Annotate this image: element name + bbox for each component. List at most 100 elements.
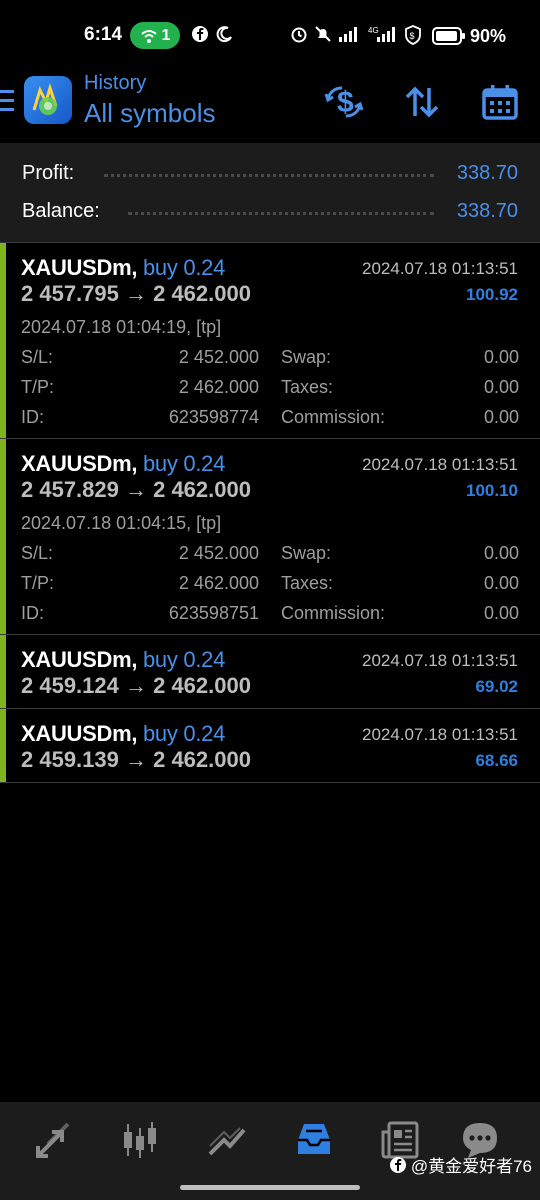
- history-icon: [298, 1124, 330, 1154]
- deal-side: buy 0.24: [143, 721, 226, 746]
- hotspot-count: 1: [161, 26, 171, 44]
- deposit-withdraw-button[interactable]: $: [322, 80, 366, 124]
- deal-close-time: 2024.07.18 01:13:51: [362, 259, 518, 278]
- id-label: ID:: [21, 603, 45, 623]
- deal-detail-row: ID: 623598751 Commission: 0.00: [21, 603, 519, 631]
- swap-label: Swap:: [281, 543, 332, 563]
- sl-label: S/L:: [21, 347, 54, 367]
- tp-value: 2 462.000: [178, 377, 259, 397]
- profit-value: 338.70: [456, 162, 518, 184]
- id-value: 623598774: [168, 407, 259, 427]
- deal-symbol: XAUUSDm, buy 0.24: [21, 647, 226, 672]
- deal-item[interactable]: XAUUSDm, buy 0.24 2024.07.18 01:13:51 2 …: [0, 439, 540, 635]
- sort-icon: [405, 86, 439, 118]
- deal-prices: 2 459.139 → 2 462.000: [21, 747, 251, 772]
- deal-detail-row: S/L: 2 452.000 Swap: 0.00: [21, 543, 519, 571]
- nav-trade[interactable]: [26, 1118, 82, 1162]
- deal-item[interactable]: XAUUSDm, buy 0.24 2024.07.18 01:13:51 2 …: [0, 635, 540, 709]
- commission-value: 0.00: [483, 603, 519, 623]
- watermark: @黄金爱好者76: [389, 1152, 532, 1177]
- commission-label: Commission:: [281, 603, 386, 623]
- nav-quotes[interactable]: [198, 1118, 254, 1162]
- commission-value: 0.00: [483, 407, 519, 427]
- buy-indicator-bar: [0, 439, 6, 634]
- taxes-label: Taxes:: [281, 573, 334, 593]
- clock: 6:14: [84, 24, 123, 45]
- app-logo[interactable]: [24, 76, 72, 124]
- deal-close-time: 2024.07.18 01:13:51: [362, 725, 518, 744]
- deal-open-time: 2024.07.18 01:04:15, [tp]: [21, 513, 222, 533]
- menu-icon[interactable]: [0, 88, 16, 114]
- deal-profit: 100.10: [466, 481, 518, 500]
- deal-prices: 2 459.124 → 2 462.000: [21, 673, 251, 698]
- deal-detail-row: T/P: 2 462.000 Taxes: 0.00: [21, 377, 519, 405]
- deal-profit: 69.02: [475, 677, 518, 696]
- metatrader-logo-icon: [32, 82, 58, 115]
- tp-value: 2 462.000: [178, 573, 259, 593]
- deal-profit: 68.66: [475, 751, 518, 770]
- calendar-icon: [482, 85, 518, 120]
- svg-text:$: $: [410, 31, 415, 41]
- deal-close-time: 2024.07.18 01:13:51: [362, 455, 518, 474]
- page-subtitle: History: [84, 72, 147, 94]
- profit-label: Profit:: [22, 162, 75, 184]
- mute-bell-icon: [315, 26, 331, 42]
- moon-icon: [216, 26, 232, 43]
- deal-close-time: 2024.07.18 01:13:51: [362, 651, 518, 670]
- status-bar: 6:14 1 4G $ 90%: [0, 0, 540, 72]
- buy-indicator-bar: [0, 635, 6, 708]
- sort-button[interactable]: [400, 80, 444, 124]
- dotted-leader: [128, 212, 434, 215]
- trade-icon: [36, 1122, 70, 1158]
- battery-icon: [432, 27, 465, 45]
- balance-label: Balance:: [22, 200, 100, 222]
- swap-value: 0.00: [483, 347, 519, 367]
- nav-chart[interactable]: [112, 1118, 168, 1162]
- hotspot-icon: [140, 29, 157, 43]
- deal-symbol: XAUUSDm, buy 0.24: [21, 721, 226, 746]
- tp-label: T/P:: [21, 377, 55, 397]
- nav-history[interactable]: [286, 1118, 342, 1162]
- sl-value: 2 452.000: [178, 347, 259, 367]
- watermark-text: @黄金爱好者76: [410, 1157, 532, 1176]
- swap-label: Swap:: [281, 347, 332, 367]
- sl-label: S/L:: [21, 543, 54, 563]
- commission-label: Commission:: [281, 407, 386, 427]
- deal-detail-row: S/L: 2 452.000 Swap: 0.00: [21, 347, 519, 375]
- home-indicator[interactable]: [180, 1185, 360, 1190]
- quotes-icon: [208, 1127, 246, 1156]
- balance-row: Balance: 338.70: [0, 194, 540, 230]
- deal-side: buy 0.24: [143, 255, 226, 280]
- signal-4g-icon: 4G: [368, 26, 395, 42]
- swap-value: 0.00: [483, 543, 519, 563]
- deposit-withdraw-icon: $: [324, 86, 364, 119]
- deal-detail-row: ID: 623598774 Commission: 0.00: [21, 407, 519, 435]
- svg-text:4G: 4G: [368, 26, 379, 35]
- profit-row: Profit: 338.70: [0, 156, 540, 192]
- page-title[interactable]: All symbols: [84, 98, 215, 129]
- battery-percent: 90%: [470, 26, 507, 46]
- balance-value: 338.70: [456, 200, 518, 222]
- deal-item[interactable]: XAUUSDm, buy 0.24 2024.07.18 01:13:51 2 …: [0, 243, 540, 439]
- deal-profit: 100.92: [466, 285, 518, 304]
- dotted-leader: [104, 174, 434, 177]
- deal-prices: 2 457.829 → 2 462.000: [21, 477, 251, 502]
- sl-value: 2 452.000: [178, 543, 259, 563]
- shield-icon: $: [405, 25, 421, 45]
- watermark-logo-icon: [389, 1156, 406, 1173]
- deal-open-time: 2024.07.18 01:04:19, [tp]: [21, 317, 222, 337]
- buy-indicator-bar: [0, 709, 6, 782]
- taxes-value: 0.00: [483, 573, 519, 593]
- account-summary: Profit: 338.70 Balance: 338.70: [0, 143, 540, 243]
- buy-indicator-bar: [0, 243, 6, 438]
- deal-item[interactable]: XAUUSDm, buy 0.24 2024.07.18 01:13:51 2 …: [0, 709, 540, 783]
- deal-symbol: XAUUSDm, buy 0.24: [21, 255, 226, 280]
- signal-icon: [339, 27, 357, 42]
- taxes-label: Taxes:: [281, 377, 334, 397]
- calendar-button[interactable]: [478, 80, 522, 124]
- id-label: ID:: [21, 407, 45, 427]
- tp-label: T/P:: [21, 573, 55, 593]
- alarm-icon: [291, 27, 307, 43]
- app-header: History All symbols $: [0, 72, 540, 142]
- deal-symbol: XAUUSDm, buy 0.24: [21, 451, 226, 476]
